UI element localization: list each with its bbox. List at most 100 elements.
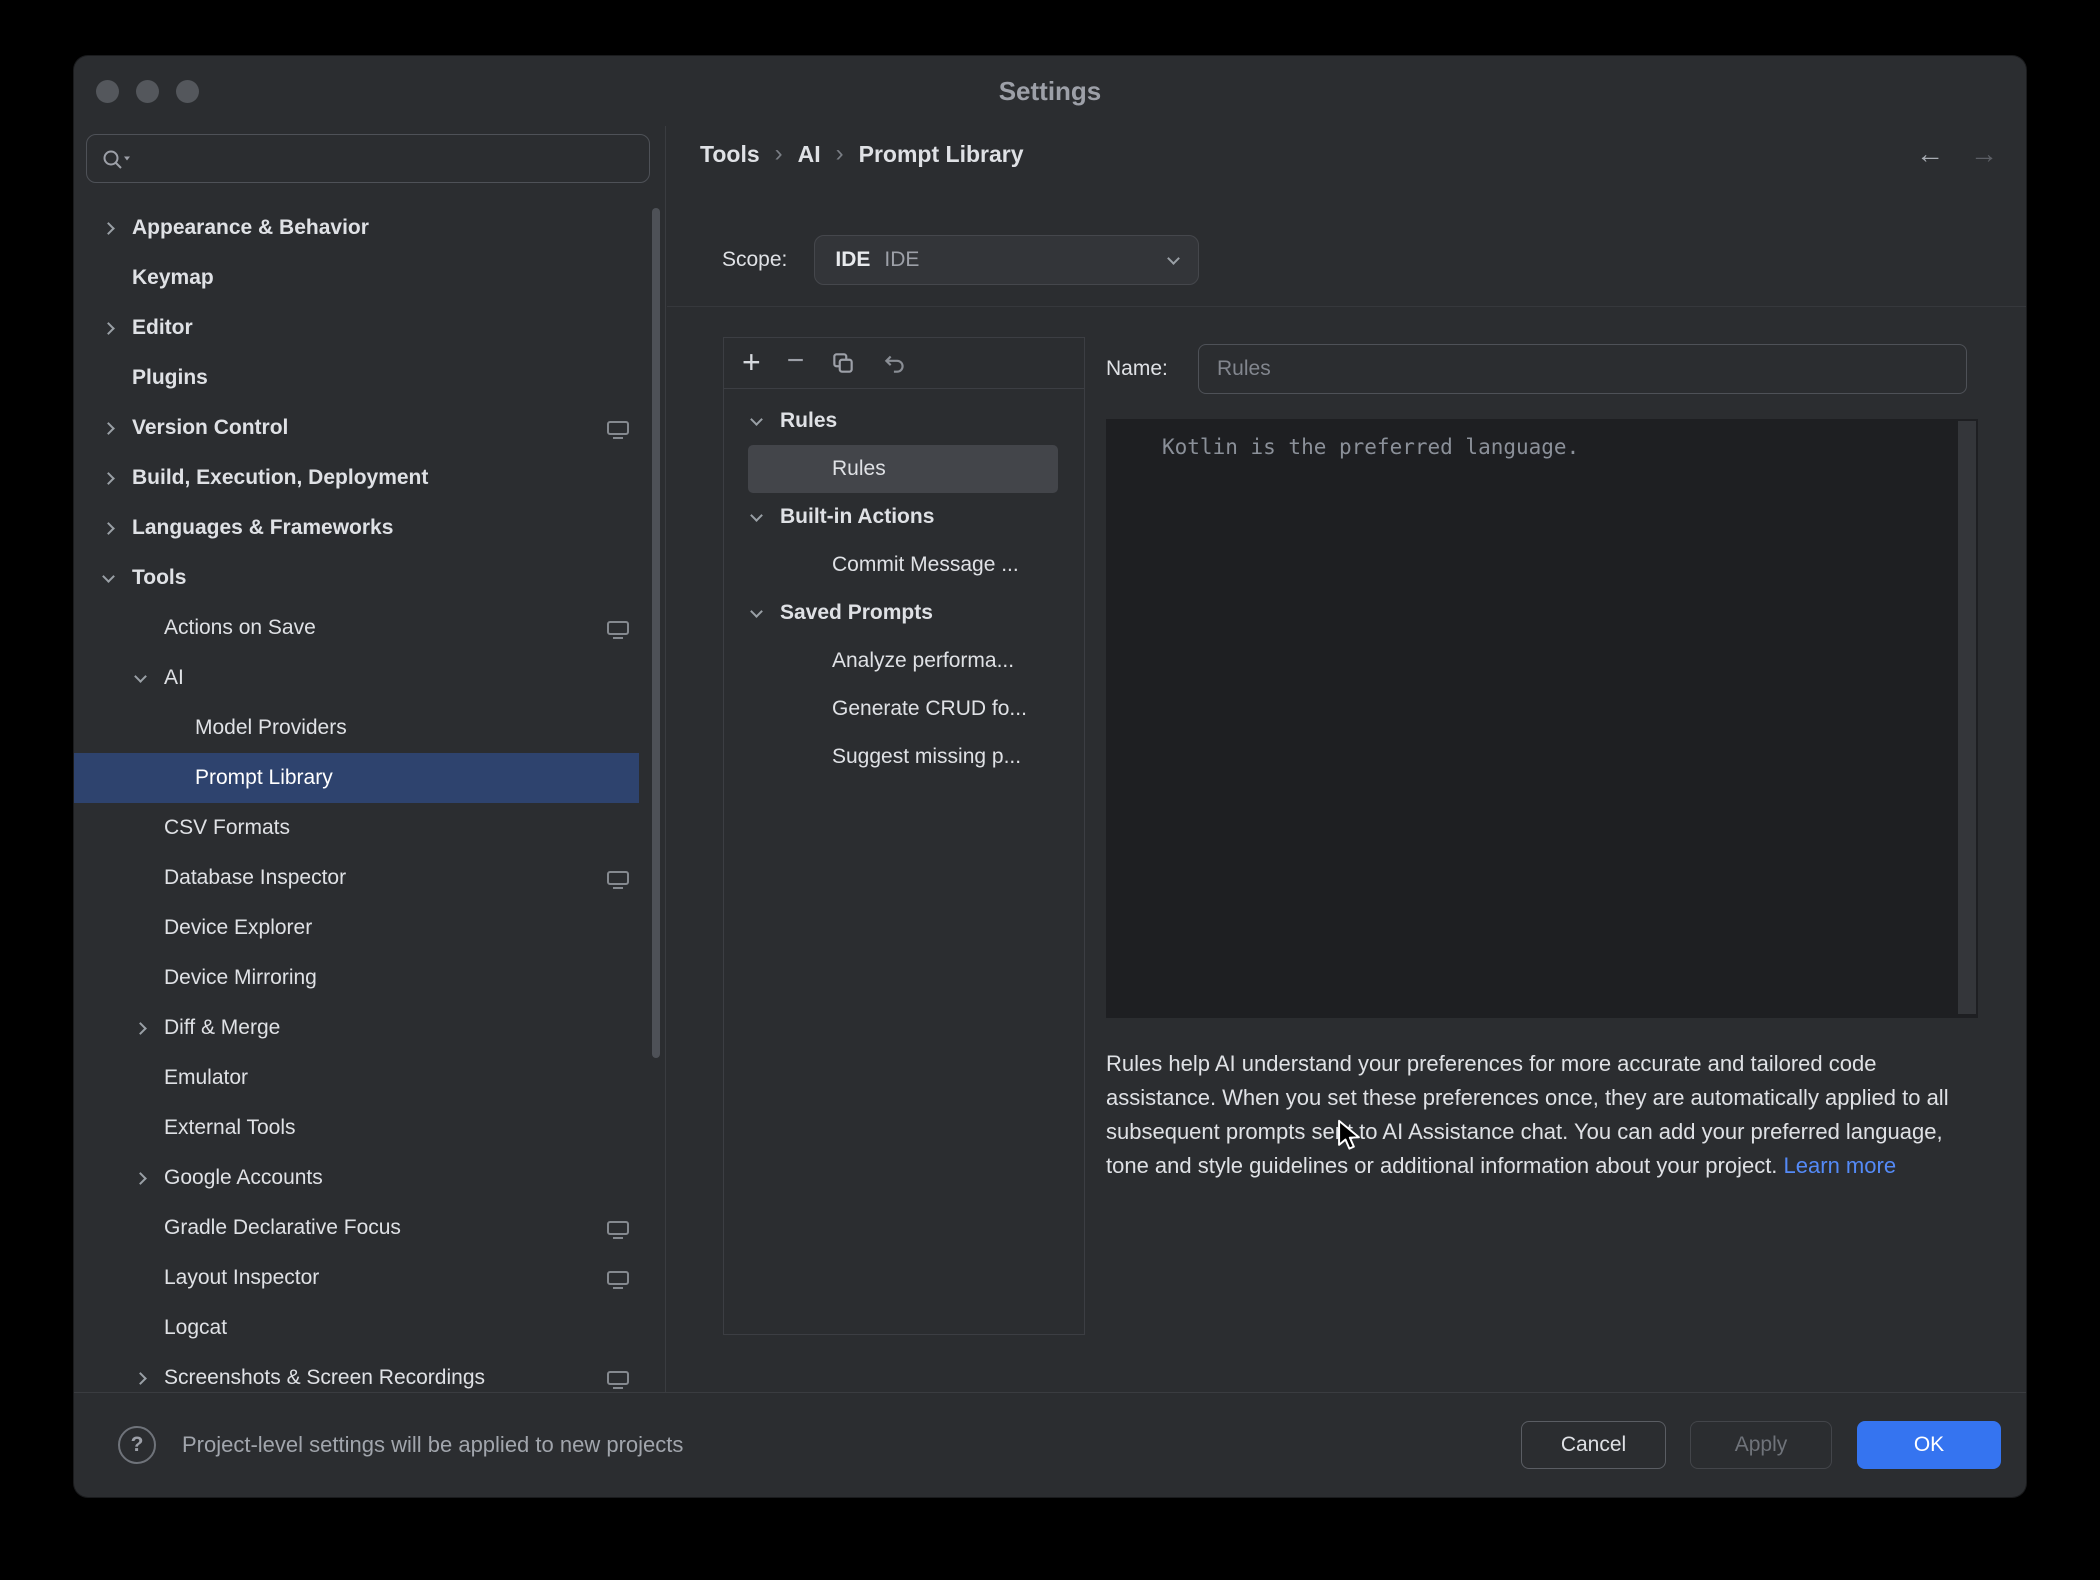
prompt-item-generate-crud[interactable]: Generate CRUD fo...: [748, 685, 1058, 733]
remove-icon[interactable]: −: [787, 346, 805, 376]
prompt-group-label: Saved Prompts: [780, 601, 933, 625]
sidebar-item-gradle-declarative-focus[interactable]: Gradle Declarative Focus: [74, 1203, 665, 1253]
prompt-item-commit-message[interactable]: Commit Message ...: [748, 541, 1058, 589]
footer-note: Project-level settings will be applied t…: [182, 1432, 1521, 1458]
sidebar-item-label: Emulator: [164, 1066, 248, 1090]
sidebar-item-screenshots-screen-recordings[interactable]: Screenshots & Screen Recordings: [74, 1353, 665, 1392]
sidebar-item-logcat[interactable]: Logcat: [74, 1303, 665, 1353]
breadcrumb: Tools › AI › Prompt Library: [700, 132, 1024, 176]
screen-icon: [607, 871, 629, 885]
copy-icon[interactable]: [830, 350, 856, 376]
sidebar-item-label: Model Providers: [195, 716, 347, 740]
sidebar-item-model-providers[interactable]: Model Providers: [74, 703, 665, 753]
prompt-group-label: Rules: [780, 409, 837, 433]
forward-arrow-icon[interactable]: →: [1970, 138, 1998, 170]
sidebar-search[interactable]: [86, 134, 650, 183]
prompt-toolbar: + −: [724, 338, 1084, 389]
scope-dropdown[interactable]: IDE IDE: [814, 235, 1199, 285]
prompt-item-analyze-performance[interactable]: Analyze performa...: [748, 637, 1058, 685]
cancel-button[interactable]: Cancel: [1521, 1421, 1666, 1469]
mouse-cursor: [1332, 1118, 1366, 1152]
sidebar-item-label: Tools: [132, 566, 186, 590]
prompt-editor[interactable]: Kotlin is the preferred language.: [1106, 419, 1978, 1018]
chevron-down-icon: [1168, 252, 1181, 265]
sidebar-item-device-mirroring[interactable]: Device Mirroring: [74, 953, 665, 1003]
scope-label: Scope:: [722, 248, 787, 272]
apply-button[interactable]: Apply: [1690, 1421, 1832, 1469]
sidebar-item-emulator[interactable]: Emulator: [74, 1053, 665, 1103]
sidebar-item-version-control[interactable]: Version Control: [74, 403, 665, 453]
chevron-right-icon: [102, 522, 115, 535]
prompt-group-label: Built-in Actions: [780, 505, 934, 529]
sidebar-item-label: AI: [164, 666, 184, 690]
sidebar-item-plugins[interactable]: Plugins: [74, 353, 665, 403]
breadcrumb-prompt-library: Prompt Library: [859, 141, 1024, 168]
sidebar-item-label: Gradle Declarative Focus: [164, 1216, 401, 1240]
prompt-tree: Rules Rules Built-in Actions Commit Mess…: [724, 389, 1084, 781]
sidebar-scrollbar[interactable]: [652, 208, 660, 1058]
sidebar-item-build-execution-deployment[interactable]: Build, Execution, Deployment: [74, 453, 665, 503]
screen-icon: [607, 1271, 629, 1285]
close-button[interactable]: [96, 80, 119, 103]
sidebar-item-label: Device Explorer: [164, 916, 312, 940]
chevron-right-icon: [102, 422, 115, 435]
prompt-group-rules[interactable]: Rules: [724, 397, 1084, 445]
sidebar-item-actions-on-save[interactable]: Actions on Save: [74, 603, 665, 653]
chevron-right-icon: [102, 472, 115, 485]
help-icon[interactable]: ?: [118, 1426, 156, 1464]
sidebar-item-database-inspector[interactable]: Database Inspector: [74, 853, 665, 903]
sidebar-item-label: Screenshots & Screen Recordings: [164, 1366, 485, 1390]
sidebar-item-languages-frameworks[interactable]: Languages & Frameworks: [74, 503, 665, 553]
editor-scrollbar[interactable]: [1958, 421, 1976, 1014]
sidebar-item-external-tools[interactable]: External Tools: [74, 1103, 665, 1153]
sidebar-item-diff-merge[interactable]: Diff & Merge: [74, 1003, 665, 1053]
breadcrumb-ai[interactable]: AI: [798, 141, 821, 168]
learn-more-link[interactable]: Learn more: [1784, 1153, 1897, 1178]
settings-tree: Appearance & Behavior Keymap Editor Plug…: [74, 203, 665, 1392]
screen-icon: [607, 1371, 629, 1385]
search-input[interactable]: [87, 135, 649, 182]
prompt-list-panel: + − Rules Rules Built-in Actions Commit …: [723, 337, 1085, 1335]
sidebar-item-label: CSV Formats: [164, 816, 290, 840]
prompt-item-rules[interactable]: Rules: [748, 445, 1058, 493]
sidebar-item-appearance-behavior[interactable]: Appearance & Behavior: [74, 203, 665, 253]
undo-icon[interactable]: [882, 350, 908, 376]
sidebar-item-label: Editor: [132, 316, 193, 340]
screen-icon: [607, 621, 629, 635]
prompt-item-label: Commit Message ...: [748, 553, 1019, 577]
rules-description: Rules help AI understand your preference…: [1106, 1047, 1972, 1183]
sidebar-item-prompt-library[interactable]: Prompt Library: [74, 753, 639, 803]
sidebar-item-ai[interactable]: AI: [74, 653, 665, 703]
prompt-item-suggest-missing[interactable]: Suggest missing p...: [748, 733, 1058, 781]
prompt-group-built-in-actions[interactable]: Built-in Actions: [724, 493, 1084, 541]
titlebar: Settings: [74, 56, 2026, 126]
sidebar-item-tools[interactable]: Tools: [74, 553, 665, 603]
back-arrow-icon[interactable]: ←: [1916, 138, 1944, 170]
prompt-group-saved-prompts[interactable]: Saved Prompts: [724, 589, 1084, 637]
ok-button[interactable]: OK: [1857, 1421, 2001, 1469]
scope-tag: IDE: [835, 248, 870, 272]
sidebar-item-google-accounts[interactable]: Google Accounts: [74, 1153, 665, 1203]
footer-bar: ? Project-level settings will be applied…: [74, 1392, 2026, 1497]
sidebar-item-editor[interactable]: Editor: [74, 303, 665, 353]
sidebar-item-label: Prompt Library: [195, 766, 333, 790]
screen-icon: [607, 1221, 629, 1235]
sidebar-item-label: Google Accounts: [164, 1166, 323, 1190]
zoom-button[interactable]: [176, 80, 199, 103]
sidebar-item-device-explorer[interactable]: Device Explorer: [74, 903, 665, 953]
sidebar-item-csv-formats[interactable]: CSV Formats: [74, 803, 665, 853]
settings-sidebar: Appearance & Behavior Keymap Editor Plug…: [74, 126, 666, 1392]
sidebar-item-label: Version Control: [132, 416, 288, 440]
sidebar-item-label: Layout Inspector: [164, 1266, 319, 1290]
add-icon[interactable]: +: [742, 346, 761, 378]
sidebar-item-keymap[interactable]: Keymap: [74, 253, 665, 303]
sidebar-item-label: Actions on Save: [164, 616, 316, 640]
prompt-name-input[interactable]: [1198, 344, 1967, 394]
breadcrumb-tools[interactable]: Tools: [700, 141, 760, 168]
minimize-button[interactable]: [136, 80, 159, 103]
history-nav: ← →: [1916, 132, 1998, 176]
prompt-item-label: Suggest missing p...: [748, 745, 1021, 769]
divider: [667, 306, 2026, 307]
sidebar-item-layout-inspector[interactable]: Layout Inspector: [74, 1253, 665, 1303]
search-icon: [101, 147, 131, 173]
